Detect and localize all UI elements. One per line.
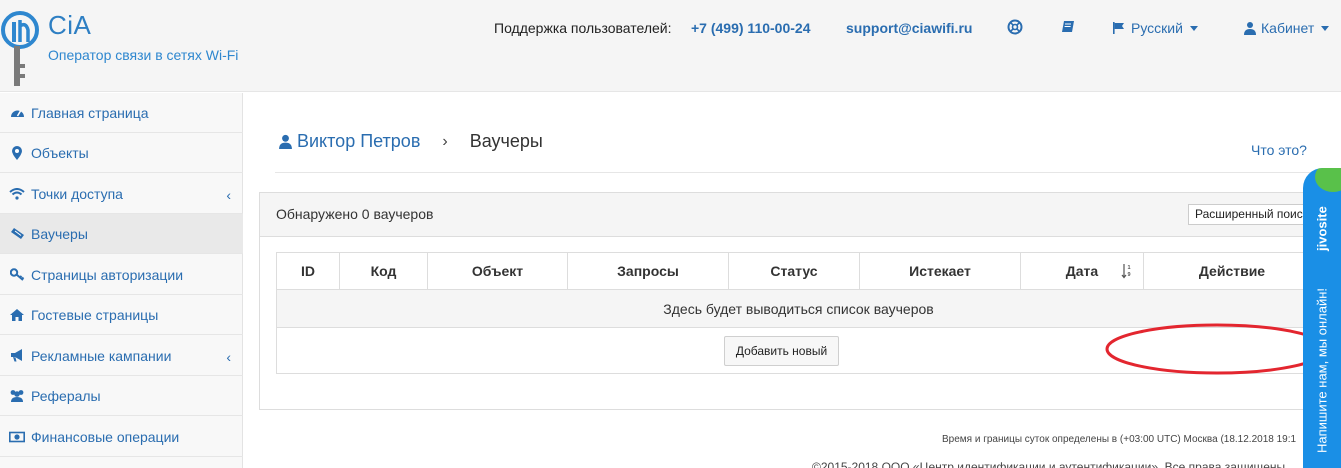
highlight-ellipse	[1105, 323, 1329, 375]
wifi-icon	[9, 187, 25, 201]
sidebar-item-label: Финансовые операции	[31, 428, 180, 445]
book-icon[interactable]	[1060, 19, 1076, 35]
sidebar-item-label: Главная страница	[31, 104, 149, 121]
breadcrumb-separator: ›	[442, 132, 448, 150]
chevron-down-icon	[1321, 25, 1330, 31]
column-header-code[interactable]: Код	[339, 252, 428, 290]
sidebar-item-objects[interactable]: Объекты	[0, 133, 243, 173]
language-dropdown[interactable]: Русский	[1112, 20, 1198, 36]
key-icon	[9, 268, 25, 282]
cabinet-label: Кабинет	[1261, 20, 1315, 36]
breadcrumb-user-link[interactable]: Виктор Петров	[279, 131, 420, 152]
jivosite-logo: jivosite	[1314, 206, 1330, 252]
column-header-requests[interactable]: Запросы	[567, 252, 729, 290]
ticket-icon	[9, 227, 25, 241]
brand-name: CiA	[48, 10, 92, 40]
jivosite-chat-widget[interactable]: jivosite Напишите нам, мы онлайн!	[1303, 168, 1341, 468]
sidebar-item-access-points[interactable]: Точки доступа ‹	[0, 174, 243, 214]
svg-text:1: 1	[1128, 265, 1131, 271]
sidebar-item-label: Ваучеры	[31, 225, 88, 242]
sidebar-item-guest-pages[interactable]: Гостевые страницы	[0, 295, 243, 335]
sort-numeric-icon[interactable]: 1 9	[1121, 263, 1133, 279]
sidebar-item-label: Рекламные кампании	[31, 347, 172, 364]
copyright-text: ©2015-2018 ООО «Центр идентификации и ау…	[812, 460, 1286, 468]
column-header-date-label: Дата	[1065, 263, 1099, 279]
sidebar-item-label: Объекты	[31, 144, 89, 161]
bullhorn-icon	[9, 349, 25, 363]
dashboard-icon	[9, 106, 25, 120]
divider	[275, 172, 1311, 173]
map-marker-icon	[9, 145, 25, 160]
column-header-action[interactable]: Действие	[1143, 252, 1321, 290]
cabinet-dropdown[interactable]: Кабинет	[1244, 20, 1330, 36]
chevron-down-icon	[1189, 25, 1198, 31]
header: CiA Оператор связи в сетях Wi-Fi Поддерж…	[0, 0, 1341, 92]
jivo-online-indicator	[1315, 168, 1341, 192]
help-what-is-this-link[interactable]: Что это?	[1251, 142, 1307, 158]
timezone-note: Время и границы суток определены в (+03:…	[942, 434, 1297, 445]
panel-heading: Обнаружено 0 ваучеров Расширенный поиск	[260, 193, 1328, 237]
support-phone-link[interactable]: +7 (499) 110-00-24	[691, 20, 810, 36]
svg-text:9: 9	[1128, 272, 1131, 278]
column-header-id[interactable]: ID	[276, 252, 340, 290]
sidebar-item-vouchers[interactable]: Ваучеры	[0, 214, 243, 254]
help-lifebuoy-icon[interactable]	[1007, 19, 1023, 35]
sidebar-item-label: Страницы авторизации	[31, 266, 184, 283]
advanced-search-button[interactable]: Расширенный поиск	[1188, 204, 1318, 225]
home-icon	[9, 308, 25, 322]
brand-tagline: Оператор связи в сетях Wi-Fi	[48, 47, 239, 63]
sidebar-item-label: Рефералы	[31, 387, 101, 404]
add-new-voucher-button[interactable]: Добавить новый	[723, 335, 840, 366]
chevron-left-icon: ‹	[226, 349, 231, 365]
user-icon	[279, 134, 292, 149]
vouchers-count-text: Обнаружено 0 ваучеров	[276, 206, 434, 222]
sidebar-item-label: Точки доступа	[31, 185, 123, 202]
support-email-link[interactable]: support@ciawifi.ru	[846, 20, 972, 36]
breadcrumb-user-name: Виктор Петров	[297, 131, 421, 151]
sidebar-item-label: Гостевые страницы	[31, 306, 159, 323]
breadcrumb: Виктор Петров › Ваучеры	[279, 131, 543, 152]
page-title: Ваучеры	[469, 131, 543, 151]
column-header-date[interactable]: Дата 1 9	[1020, 252, 1144, 290]
column-header-expires[interactable]: Истекает	[859, 252, 1021, 290]
chevron-left-icon: ‹	[226, 187, 231, 203]
jivosite-chat-label: Напишите нам, мы онлайн!	[1314, 288, 1330, 454]
sidebar-item-auth-pages[interactable]: Страницы авторизации	[0, 255, 243, 295]
table-header-row: ID Код Объект Запросы Статус Истекает Да…	[276, 252, 1321, 290]
sidebar-item-ad-campaigns[interactable]: Рекламные кампании ‹	[0, 336, 243, 376]
users-icon	[9, 389, 25, 403]
support-label: Поддержка пользователей:	[494, 20, 672, 36]
flag-icon	[1113, 22, 1124, 34]
sidebar: Главная страница Объекты Точки доступа ‹…	[0, 93, 243, 468]
user-icon	[1244, 22, 1256, 35]
sidebar-item-finance[interactable]: Финансовые операции	[0, 417, 243, 457]
logo[interactable]: CiA Оператор связи в сетях Wi-Fi	[0, 0, 260, 92]
language-label: Русский	[1131, 20, 1183, 36]
sidebar-item-referrals[interactable]: Рефералы	[0, 376, 243, 416]
money-icon	[9, 430, 25, 444]
column-header-object[interactable]: Объект	[427, 252, 568, 290]
column-header-status[interactable]: Статус	[728, 252, 860, 290]
logo-key-icon	[1, 11, 39, 86]
sidebar-item-dashboard[interactable]: Главная страница	[0, 93, 243, 133]
